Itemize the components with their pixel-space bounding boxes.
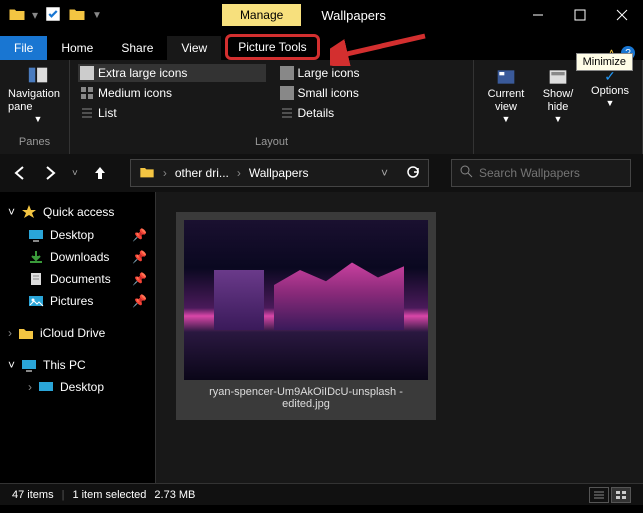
chevron-down-icon: ˅ [8, 205, 15, 219]
recent-dropdown[interactable]: ˅ [72, 168, 78, 179]
breadcrumb-folder[interactable]: Wallpapers [249, 166, 309, 180]
search-icon [460, 165, 473, 181]
sidebar-thispc[interactable]: ˅This PC [0, 354, 155, 376]
search-box[interactable] [451, 159, 631, 187]
chevron-down-icon: ▼ [34, 114, 43, 124]
close-button[interactable] [601, 0, 643, 30]
dropdown-icon[interactable]: ▾ [32, 8, 38, 22]
pin-icon: 📌 [132, 228, 147, 242]
sidebar-pictures[interactable]: Pictures📌 [0, 290, 155, 312]
sidebar-icloud[interactable]: ›iCloud Drive [0, 322, 155, 344]
sidebar-desktop2[interactable]: ›Desktop [0, 376, 155, 398]
thumbnail-image [184, 220, 428, 380]
options-button[interactable]: ✓Options▼ [586, 68, 634, 109]
navigation-sidebar: ˅Quick access Desktop📌 Downloads📌 Docume… [0, 192, 155, 483]
file-tab[interactable]: File [0, 36, 47, 60]
details-view-button[interactable] [589, 487, 609, 503]
document-icon [28, 272, 44, 286]
minimize-button[interactable] [517, 0, 559, 30]
ribbon: Navigation pane ▼ Panes Extra large icon… [0, 60, 643, 154]
back-button[interactable] [12, 165, 28, 181]
pin-icon: 📌 [132, 250, 147, 264]
search-input[interactable] [479, 166, 622, 180]
title-bar: ▾ ▼ Manage Wallpapers [0, 0, 643, 30]
sidebar-downloads[interactable]: Downloads📌 [0, 246, 155, 268]
up-button[interactable] [92, 165, 108, 181]
refresh-icon[interactable] [406, 165, 420, 182]
list-option[interactable]: List [78, 104, 266, 122]
folder-icon [18, 326, 34, 340]
show-hide-button[interactable]: Show/ hide▼ [534, 68, 582, 125]
medium-icons-option[interactable]: Medium icons [78, 84, 266, 102]
picture-tools-tab[interactable]: Picture Tools [225, 34, 319, 60]
minimize-tooltip: Minimize [576, 53, 633, 71]
folder-icon[interactable] [8, 5, 26, 26]
folder-small-icon[interactable] [68, 5, 86, 26]
chevron-down-icon: ˅ [8, 358, 15, 372]
checkbox-icon[interactable] [44, 5, 62, 26]
selection-count: 1 item selected [72, 489, 146, 501]
forward-button[interactable] [42, 165, 58, 181]
home-tab[interactable]: Home [47, 36, 107, 60]
selection-size: 2.73 MB [154, 489, 195, 501]
pc-icon [21, 358, 37, 372]
chevron-right-icon: › [8, 326, 12, 340]
maximize-button[interactable] [559, 0, 601, 30]
window-title: Wallpapers [321, 8, 386, 23]
pin-icon: 📌 [132, 294, 147, 308]
panes-group-label: Panes [8, 134, 61, 150]
address-bar[interactable]: › other dri... › Wallpapers ˅ [130, 159, 429, 187]
thumbnails-view-button[interactable] [611, 487, 631, 503]
large-icons-option[interactable]: Large icons [278, 64, 466, 82]
annotation-arrow [330, 32, 430, 66]
download-icon [28, 250, 44, 264]
breadcrumb-drive[interactable]: other dri... [175, 166, 229, 180]
sidebar-documents[interactable]: Documents📌 [0, 268, 155, 290]
pin-icon: 📌 [132, 272, 147, 286]
folder-icon [139, 165, 155, 182]
view-tab[interactable]: View [167, 36, 221, 60]
details-option[interactable]: Details [278, 104, 466, 122]
quick-access-toolbar: ▾ ▼ [0, 5, 102, 26]
share-tab[interactable]: Share [107, 36, 167, 60]
pictures-icon [28, 294, 44, 308]
current-view-button[interactable]: Current view▼ [482, 68, 530, 125]
ribbon-tabs: File Home Share View Picture Tools ˄ ? [0, 30, 643, 60]
manage-tab[interactable]: Manage [222, 4, 301, 26]
file-name-label: ryan-spencer-Um9AkOiIDcU-unsplash - edit… [184, 380, 428, 412]
desktop-icon [28, 228, 44, 242]
quick-access-item[interactable]: ˅Quick access [0, 200, 155, 224]
chevron-down-icon[interactable]: ˅ [381, 166, 388, 180]
extra-large-icons-option[interactable]: Extra large icons [78, 64, 266, 82]
layout-group-label: Layout [78, 134, 465, 150]
layout-options: Extra large icons Large icons Medium ico… [78, 64, 465, 122]
star-icon [21, 204, 37, 220]
small-icons-option[interactable]: Small icons [278, 84, 466, 102]
content-area[interactable]: ryan-spencer-Um9AkOiIDcU-unsplash - edit… [155, 192, 643, 483]
navigation-toolbar: ˅ › other dri... › Wallpapers ˅ [0, 154, 643, 192]
status-bar: 47 items | 1 item selected 2.73 MB [0, 483, 643, 505]
sidebar-desktop[interactable]: Desktop📌 [0, 224, 155, 246]
item-count: 47 items [12, 489, 54, 501]
file-thumbnail[interactable]: ryan-spencer-Um9AkOiIDcU-unsplash - edit… [176, 212, 436, 420]
qat-dropdown-icon[interactable]: ▼ [92, 10, 102, 21]
navigation-pane-button[interactable]: Navigation pane ▼ [8, 64, 68, 124]
desktop-icon [38, 380, 54, 394]
